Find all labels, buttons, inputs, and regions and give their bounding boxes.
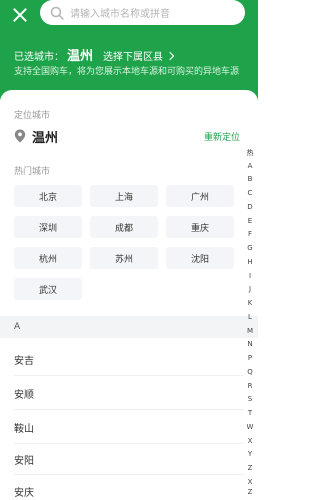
index-letter[interactable]: Z xyxy=(245,488,255,496)
hot-city-button[interactable]: 苏州 xyxy=(90,247,158,269)
group-header-a: A xyxy=(0,316,258,338)
search-placeholder: 请输入城市名称或拼音 xyxy=(70,9,170,20)
index-letter[interactable]: M xyxy=(245,327,255,335)
location-row: 温州 重新定位 xyxy=(14,127,240,146)
chevron-right-icon xyxy=(165,51,175,60)
index-letter[interactable]: E xyxy=(245,217,255,225)
support-text: 支持全国购车，将为您展示本地车源和可购买的异地车源 xyxy=(14,67,240,77)
hot-city-button[interactable]: 成都 xyxy=(90,216,158,238)
hot-city-button[interactable]: 武汉 xyxy=(14,278,82,300)
index-letter[interactable]: C xyxy=(245,189,255,197)
hot-city-button[interactable]: 广州 xyxy=(166,185,234,207)
index-letter[interactable]: X xyxy=(245,437,255,445)
index-letter[interactable]: Q xyxy=(245,368,255,376)
hot-cities-title: 热门城市 xyxy=(14,167,51,177)
index-letter[interactable]: N xyxy=(245,340,255,348)
list-item[interactable]: 安阳 xyxy=(14,452,34,467)
hot-city-button[interactable]: 深圳 xyxy=(14,216,82,238)
list-item[interactable]: 鞍山 xyxy=(14,420,34,435)
list-item[interactable]: 安顺 xyxy=(14,386,34,401)
index-letter[interactable]: Z xyxy=(245,464,255,472)
index-letter[interactable]: P xyxy=(245,354,255,362)
index-letter[interactable]: 热 xyxy=(245,148,255,158)
index-letter[interactable]: T xyxy=(245,409,255,417)
selected-city-prefix: 已选城市： xyxy=(14,52,64,63)
hot-city-button[interactable]: 重庆 xyxy=(166,216,234,238)
index-letter[interactable]: Y xyxy=(245,450,255,458)
list-item[interactable]: 安吉 xyxy=(14,352,34,367)
index-letter[interactable]: X xyxy=(245,478,255,486)
index-letter[interactable]: B xyxy=(245,175,255,183)
index-letter[interactable]: J xyxy=(245,285,255,293)
selected-city-name: 温州 xyxy=(67,49,94,64)
index-letter[interactable]: R xyxy=(245,382,255,390)
index-letter[interactable]: H xyxy=(245,258,255,266)
divider xyxy=(14,409,244,410)
list-item[interactable]: 安庆 xyxy=(14,484,34,499)
index-letter[interactable]: L xyxy=(245,313,255,321)
search-input[interactable]: 请输入城市名称或拼音 xyxy=(40,0,245,25)
hot-city-button[interactable]: 上海 xyxy=(90,185,158,207)
index-letter[interactable]: K xyxy=(245,299,255,307)
hot-city-button[interactable]: 杭州 xyxy=(14,247,82,269)
index-letter[interactable]: W xyxy=(245,423,255,431)
index-letter[interactable]: A xyxy=(245,162,255,170)
location-pin-icon xyxy=(14,129,26,143)
located-city[interactable]: 温州 xyxy=(32,127,58,146)
index-letter[interactable]: I xyxy=(245,272,255,280)
selected-city-line: 已选城市： 温州 选择下属区县 xyxy=(14,45,175,64)
relocate-button[interactable]: 重新定位 xyxy=(204,130,240,143)
group-letter: A xyxy=(14,322,21,332)
index-letter[interactable]: G xyxy=(245,244,255,252)
index-letter[interactable]: D xyxy=(245,203,255,211)
divider xyxy=(14,375,244,376)
select-district-label: 选择下属区县 xyxy=(103,52,164,63)
select-district-link[interactable]: 选择下属区县 xyxy=(103,48,175,63)
close-icon[interactable] xyxy=(10,5,30,25)
hot-city-button[interactable]: 沈阳 xyxy=(166,247,234,269)
hot-city-button[interactable]: 北京 xyxy=(14,185,82,207)
divider xyxy=(14,474,244,475)
index-letter[interactable]: F xyxy=(245,230,255,238)
search-icon xyxy=(50,6,64,20)
location-section-title: 定位城市 xyxy=(14,111,51,121)
header-bar: 请输入城市名称或拼音 已选城市： 温州 选择下属区县 支持全国购车，将为您展示本… xyxy=(0,0,258,100)
divider xyxy=(14,443,244,444)
index-letter[interactable]: S xyxy=(245,395,255,403)
